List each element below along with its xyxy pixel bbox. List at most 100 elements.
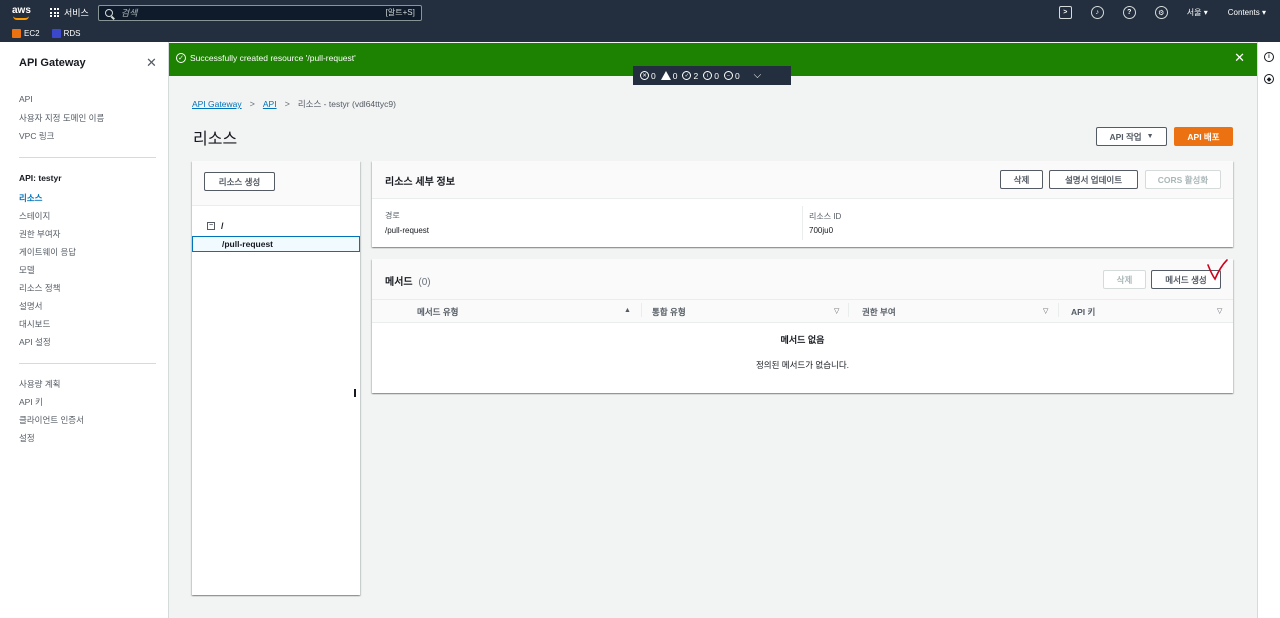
column-integration-type[interactable]: 통합 유형: [652, 306, 686, 318]
dismiss-icon[interactable]: ✕: [1234, 50, 1245, 66]
search-input[interactable]: 검색 [알트+S]: [97, 4, 422, 21]
column-divider: [848, 303, 849, 317]
resource-id-label: 리소스 ID: [809, 212, 842, 221]
aws-logo-text: aws: [12, 4, 31, 16]
aws-logo[interactable]: aws: [11, 4, 33, 22]
sidebar-item-documentation[interactable]: 설명서: [19, 300, 42, 312]
sidebar-item-dashboard[interactable]: 대시보드: [19, 318, 50, 330]
create-resource-button[interactable]: 리소스 생성: [204, 172, 275, 191]
column-divider: [641, 303, 642, 317]
sidebar-item-vpc-link[interactable]: VPC 링크: [19, 130, 54, 142]
nav-divider: [19, 363, 156, 364]
breadcrumb: API Gateway > API > 리소스 - testyr (vdl64t…: [192, 98, 396, 110]
warning-icon: [660, 71, 671, 80]
region-selector[interactable]: 서울 ▾: [1187, 7, 1208, 18]
sidebar-item-resource-policy[interactable]: 리소스 정책: [19, 282, 60, 294]
close-icon[interactable]: ✕: [146, 55, 157, 71]
enable-cors-button[interactable]: CORS 활성화: [1145, 170, 1221, 189]
flash-message: Successfully created resource '/pull-req…: [190, 53, 356, 63]
account-menu[interactable]: Contents ▾: [1228, 8, 1266, 17]
methods-title: 메서드 (0): [385, 273, 431, 288]
info-count: 0: [714, 70, 719, 81]
services-menu-button[interactable]: 서비스: [50, 6, 89, 19]
side-navigation: API Gateway ✕ API 사용자 지정 도메인 이름 VPC 링크 A…: [0, 42, 169, 618]
methods-table-header: [372, 299, 1233, 323]
tree-item-root[interactable]: − /: [207, 221, 224, 231]
cloudshell-icon[interactable]: >: [1058, 6, 1072, 19]
collapse-icon[interactable]: −: [207, 222, 215, 230]
sidebar-item-api[interactable]: API: [19, 94, 33, 104]
api-actions-label: API 작업: [1109, 131, 1142, 142]
column-api-key[interactable]: API 키: [1071, 306, 1095, 318]
sidebar-item-authorizers[interactable]: 권한 부여자: [19, 228, 60, 240]
red-checkmark-annotation: [1207, 259, 1228, 281]
search-shortcut: [알트+S]: [385, 8, 415, 17]
notification-counter[interactable]: ✕ 0 0 ✓ 2 i0 –0 ⌵: [633, 66, 791, 85]
help-icon[interactable]: ?: [1122, 6, 1136, 19]
search-placeholder: 검색: [120, 8, 138, 18]
gear-icon[interactable]: ⚙: [1154, 6, 1168, 19]
delete-resource-button[interactable]: 삭제: [1000, 170, 1043, 189]
rds-icon: [51, 29, 61, 38]
feedback-icon[interactable]: ◆: [1264, 74, 1274, 84]
pending-icon: –: [723, 71, 733, 80]
sidebar-item-models[interactable]: 모델: [19, 264, 35, 276]
favorites-bar: EC2 RDS: [0, 25, 1280, 42]
error-count: 0: [651, 70, 656, 81]
favorite-rds[interactable]: RDS: [51, 29, 81, 38]
success-icon: ✓: [682, 71, 692, 80]
utility-rail: i ◆: [1257, 42, 1280, 618]
sidebar-item-api-settings[interactable]: API 설정: [19, 336, 51, 348]
api-actions-button[interactable]: API 작업 ▼: [1096, 127, 1167, 146]
check-circle-icon: ✓: [176, 53, 186, 63]
column-authorization[interactable]: 권한 부여: [862, 306, 896, 318]
column-divider: [1058, 303, 1059, 317]
sidebar-item-api-keys[interactable]: API 키: [19, 396, 43, 408]
methods-count: (0): [418, 277, 431, 288]
pending-count: 0: [734, 70, 740, 81]
chevron-down-icon[interactable]: ⌵: [754, 70, 762, 81]
breadcrumb-api-gateway[interactable]: API Gateway: [192, 99, 242, 109]
sidebar-item-gateway-responses[interactable]: 게이트웨이 응답: [19, 246, 76, 258]
tree-item-selected[interactable]: [192, 236, 360, 252]
chevron-right-icon: >: [249, 99, 255, 109]
empty-state-title: 메서드 없음: [780, 335, 825, 345]
page-title: 리소스: [193, 131, 238, 148]
sidenav-title[interactable]: API Gateway: [19, 57, 86, 69]
sort-ascending-icon[interactable]: ▲: [624, 307, 631, 314]
sort-icon[interactable]: ▽: [1217, 307, 1222, 315]
delete-method-button[interactable]: 삭제: [1103, 270, 1146, 289]
tree-item-pull-request[interactable]: /pull-request: [222, 239, 273, 249]
error-icon: ✕: [640, 71, 649, 80]
breadcrumb-api[interactable]: API: [263, 99, 277, 109]
path-value: /pull-request: [385, 226, 430, 235]
caret-down-icon: ▼: [1146, 133, 1154, 140]
resize-handle[interactable]: [354, 389, 356, 397]
column-method-type[interactable]: 메서드 유형: [417, 306, 458, 318]
sidebar-item-custom-domain[interactable]: 사용자 지정 도메인 이름: [19, 112, 104, 124]
tree-root-label: /: [221, 221, 224, 231]
warning-count: 0: [672, 70, 678, 81]
aws-smile-icon: [13, 16, 29, 20]
ec2-icon: [12, 29, 21, 38]
chevron-right-icon: >: [284, 99, 290, 109]
favorite-label: RDS: [63, 29, 81, 38]
sidebar-item-usage-plans[interactable]: 사용량 계획: [19, 378, 60, 390]
sidebar-item-resources[interactable]: 리소스: [19, 192, 42, 204]
update-documentation-button[interactable]: 설명서 업데이트: [1049, 170, 1138, 189]
bell-icon[interactable]: ♪: [1090, 6, 1104, 19]
grid-icon: [50, 8, 59, 17]
resource-id-value: 700ju0: [809, 226, 834, 235]
sidebar-item-client-certificates[interactable]: 클라이언트 인증서: [19, 414, 84, 426]
sidebar-item-settings[interactable]: 설정: [19, 432, 35, 444]
empty-state-description: 정의된 메서드가 없습니다.: [755, 360, 850, 370]
sort-icon[interactable]: ▽: [1043, 307, 1048, 315]
search-icon: [104, 8, 113, 17]
methods-title-text: 메서드: [385, 277, 413, 288]
breadcrumb-current: 리소스 - testyr (vdl64ttyc9): [297, 99, 396, 109]
info-icon[interactable]: i: [1264, 52, 1274, 62]
sort-icon[interactable]: ▽: [834, 307, 839, 315]
favorite-ec2[interactable]: EC2: [12, 29, 40, 38]
deploy-api-button[interactable]: API 배포: [1174, 127, 1233, 146]
sidebar-item-stages[interactable]: 스테이지: [19, 210, 50, 222]
